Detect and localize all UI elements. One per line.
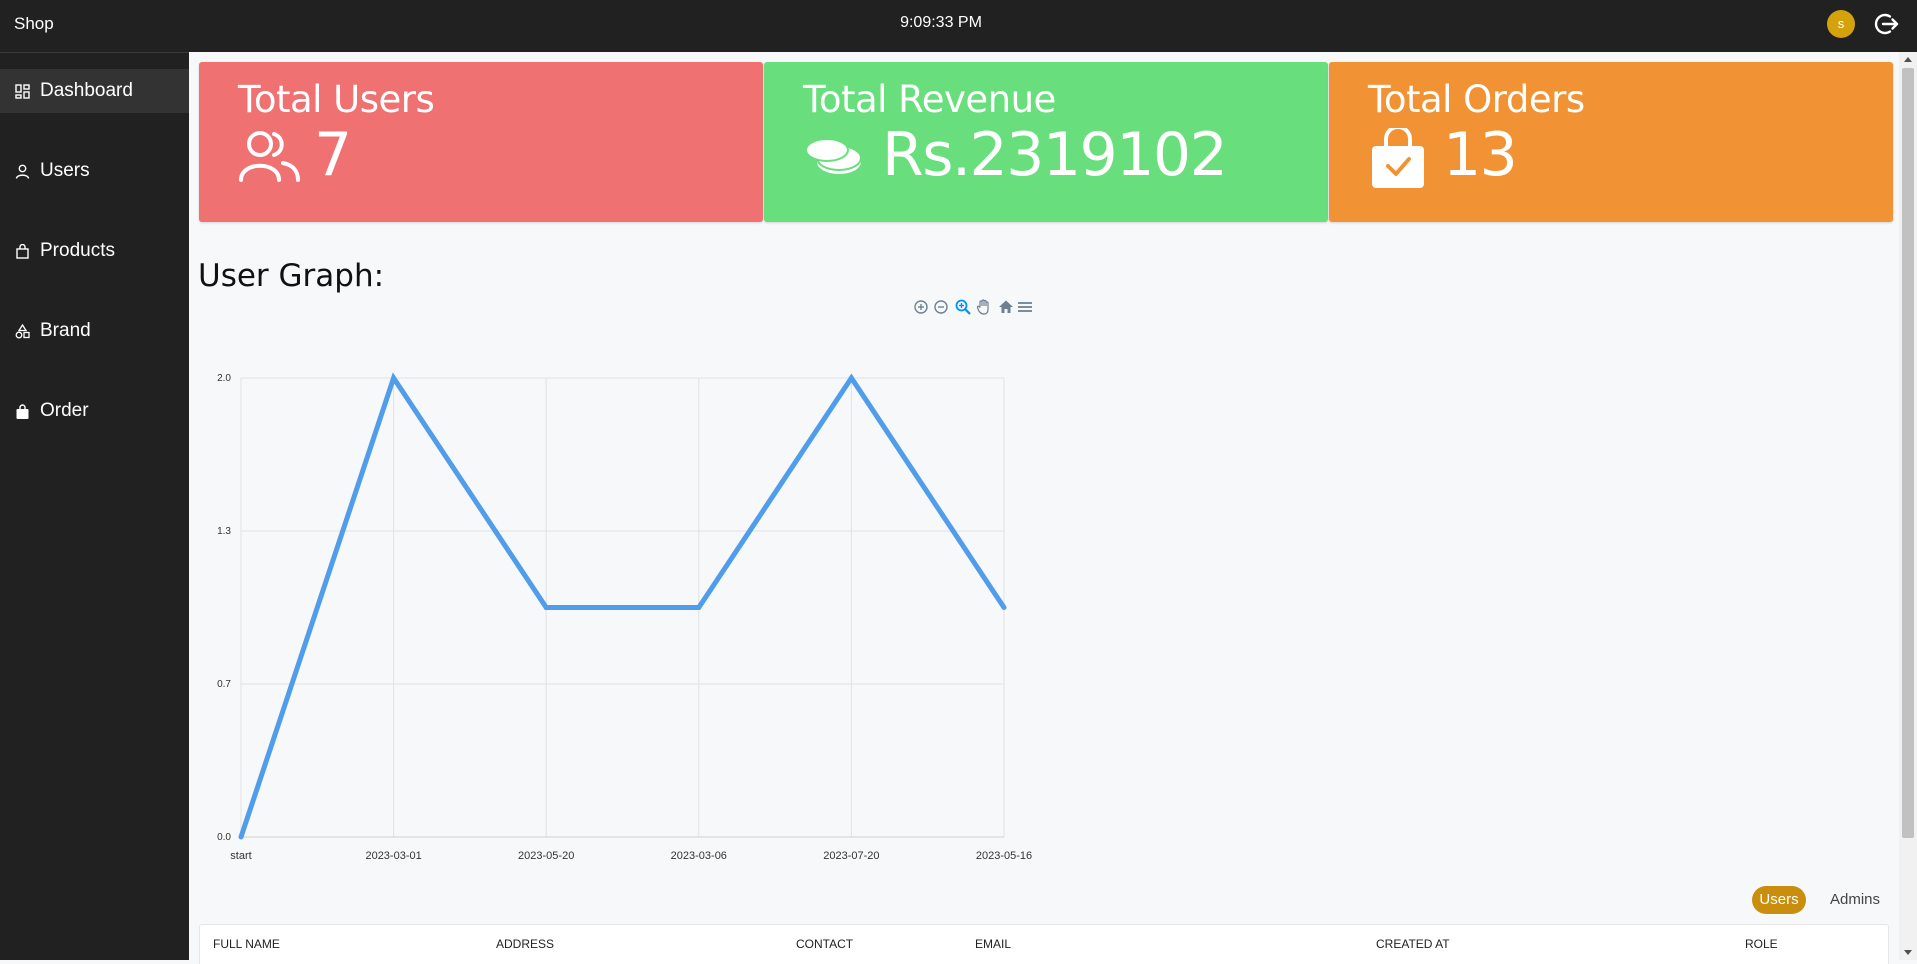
y-tick-label: 1.3: [217, 526, 231, 537]
column-header-email[interactable]: EMAIL: [975, 937, 1011, 951]
stat-card-revenue: Total Revenue Rs.2319102: [764, 62, 1328, 222]
dashboard-icon: [15, 83, 30, 99]
data-point: [543, 605, 549, 610]
series-line: [238, 372, 1007, 838]
y-tick-label: 0.7: [217, 679, 231, 690]
sidebar-item-users[interactable]: Users: [0, 149, 189, 193]
stat-title: Total Orders: [1368, 78, 1585, 121]
sidebar-item-label: Dashboard: [40, 80, 133, 101]
scroll-down-arrow-icon[interactable]: [1904, 950, 1912, 955]
stat-card-orders: Total Orders 13: [1329, 62, 1893, 222]
user-icon: [15, 163, 30, 179]
x-tick-label: 2023-03-06: [671, 850, 727, 862]
shopping-bag-icon: [15, 403, 30, 419]
avatar[interactable]: s: [1827, 10, 1855, 38]
data-point: [1001, 605, 1007, 610]
y-tick-label: 0.0: [217, 832, 231, 843]
stat-value: 7: [314, 120, 352, 190]
sidebar: Dashboard Users Products Brand Order: [0, 52, 189, 960]
tab-users[interactable]: Users: [1752, 886, 1806, 914]
scroll-up-arrow-icon[interactable]: [1904, 57, 1912, 62]
stat-value: 13: [1443, 120, 1518, 190]
x-tick-label: 2023-07-20: [823, 850, 879, 862]
data-point: [848, 375, 854, 381]
logout-icon[interactable]: [1873, 10, 1901, 38]
x-tick-label: 2023-05-20: [518, 850, 574, 862]
stat-value: Rs.2319102: [882, 120, 1228, 190]
bag-icon: [15, 243, 30, 259]
column-header-full-name[interactable]: FULL NAME: [213, 937, 280, 951]
main-content: Total Users 7 Total Revenue Rs.2319102 T…: [189, 52, 1899, 964]
sidebar-item-brand[interactable]: Brand: [0, 309, 189, 353]
graph-title: User Graph:: [198, 258, 385, 294]
x-tick-label: 2023-05-16: [976, 850, 1032, 862]
sidebar-item-label: Users: [40, 160, 90, 181]
x-tick-label: start: [230, 850, 251, 862]
shopping-bag-check-icon: [1368, 125, 1432, 188]
stat-card-users: Total Users 7: [199, 62, 763, 222]
x-tick-label: 2023-03-01: [365, 850, 421, 862]
stat-title: Total Revenue: [803, 78, 1056, 121]
page-scrollbar[interactable]: [1899, 52, 1917, 960]
column-header-created-at[interactable]: CREATED AT: [1376, 937, 1450, 951]
sidebar-item-label: Brand: [40, 320, 91, 341]
column-header-address[interactable]: ADDRESS: [496, 937, 554, 951]
top-bar: Shop 9:09:33 PM s: [0, 0, 1917, 52]
column-header-contact[interactable]: CONTACT: [796, 937, 853, 951]
data-point: [238, 834, 244, 840]
sidebar-item-label: Order: [40, 400, 89, 421]
y-tick-label: 2.0: [217, 373, 231, 384]
tab-admins[interactable]: Admins: [1830, 886, 1880, 914]
column-header-role[interactable]: ROLE: [1745, 937, 1778, 951]
scrollbar-thumb[interactable]: [1902, 68, 1914, 838]
users-table: FULL NAME ADDRESS CONTACT EMAIL CREATED …: [199, 924, 1889, 964]
sidebar-item-products[interactable]: Products: [0, 229, 189, 273]
stat-title: Total Users: [238, 78, 435, 121]
sidebar-item-order[interactable]: Order: [0, 389, 189, 433]
shapes-icon: [15, 323, 30, 339]
data-point: [391, 375, 397, 381]
sidebar-item-label: Products: [40, 240, 115, 261]
data-point: [696, 605, 702, 610]
users-icon: [238, 128, 302, 188]
user-graph-chart[interactable]: 0.0 0.7 1.3 2.0 start 2023-03-01 2023-05-20 202…: [189, 314, 1039, 874]
coins-icon: [803, 128, 867, 188]
clock: 9:09:33 PM: [900, 14, 982, 31]
sidebar-item-dashboard[interactable]: Dashboard: [0, 69, 189, 113]
